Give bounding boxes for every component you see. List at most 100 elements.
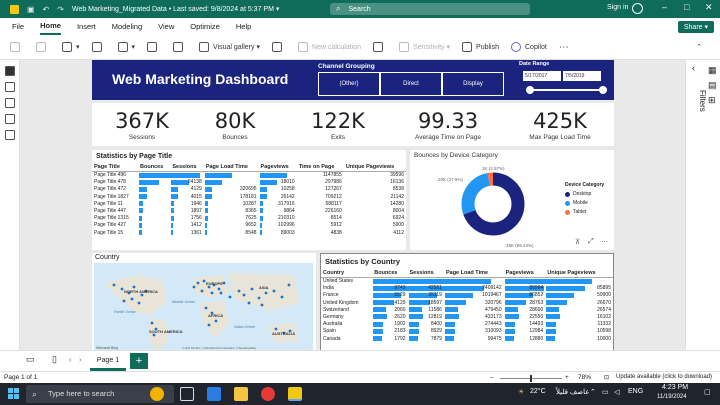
report-view-icon[interactable] [4,66,15,76]
more-options-icon[interactable]: ⋯ [601,238,608,246]
zoom-level[interactable]: 78% [578,374,591,381]
column-header[interactable]: Pageviews [503,269,546,278]
table-row[interactable]: Page Title 496 1147855 39596 [92,172,406,179]
desktop-layout-icon[interactable]: ▭ [26,354,35,365]
legend-item-desktop[interactable]: Desktop [565,191,604,197]
prev-page-icon[interactable]: ‹ [69,355,72,364]
menu-view[interactable]: View [158,19,174,34]
dax-query-icon[interactable] [4,114,15,124]
windows-start-icon[interactable] [8,388,19,399]
map-point[interactable] [196,281,200,285]
map-point[interactable] [122,299,126,303]
map-point[interactable] [200,289,204,293]
widget-icon[interactable] [150,387,164,401]
language-indicator[interactable]: ENG [628,388,643,395]
channel-display-button[interactable]: Display [442,72,504,96]
get-data-button[interactable]: ▾ [62,42,80,52]
clock-time[interactable]: 4:23 PM [662,384,688,391]
table-row[interactable]: Page Title 447 1897 8365 9864 226160 8004 [92,207,406,214]
map-point[interactable] [120,287,124,291]
save-icon[interactable]: ▣ [27,5,35,14]
add-page-button[interactable]: + [130,353,148,369]
more-options-icon[interactable]: ⋯ [559,42,569,53]
map-canvas[interactable]: NORTH AMERICA EUROPE ASIA AFRICA SOUTH A… [94,263,313,351]
table-row[interactable]: United States [321,278,613,285]
map-point[interactable] [137,301,141,305]
table-row[interactable]: Germany 2620 12819 433173 22550 16102 [321,313,613,320]
map-point[interactable] [242,293,246,297]
map-point[interactable] [250,287,254,291]
user-icon[interactable] [632,3,643,14]
map-point[interactable] [257,296,261,300]
powerbi-taskbar-icon[interactable] [288,387,302,401]
column-header[interactable]: Bounces [372,269,408,278]
visual-gallery-button[interactable]: Visual gallery ▾ [199,42,260,52]
table-row[interactable]: Canada 1792 7879 99475 12880 10000 [321,335,613,342]
kpi-avg-time[interactable]: 99.33 Average Time on Page [398,103,498,141]
search-box[interactable]: ⌕ Search [330,3,530,15]
file-explorer-icon[interactable] [234,387,248,401]
window-title[interactable]: Web Marketing_Migrated Data • Last saved… [72,5,279,13]
pin-icon[interactable]: ⊼ [575,238,580,246]
legend-item-tablet[interactable]: Tablet [565,209,604,215]
expand-panes-icon[interactable]: ‹ [692,63,695,73]
slider-start-handle[interactable] [526,86,534,94]
map-point[interactable] [204,306,208,310]
table-row[interactable]: Page Title 472 4129 320695 10258 127267 8538 [92,186,406,193]
menu-help[interactable]: Help [236,19,251,34]
table-row[interactable]: France 5529 35119 1019467 86852 59900 [321,292,613,299]
close-icon[interactable]: ✕ [705,2,713,13]
map-point[interactable] [237,289,241,293]
copilot-button[interactable]: Copilot [511,42,547,52]
chrome-icon[interactable] [261,387,275,401]
edge-icon[interactable] [207,387,221,401]
publish-button[interactable]: Publish [462,42,499,52]
zoom-in-icon[interactable]: + [565,374,569,381]
maximize-icon[interactable]: □ [684,2,689,12]
channel-direct-button[interactable]: Direct [380,72,442,96]
map-point[interactable] [280,295,284,299]
channel-other-button[interactable]: (Other) [318,72,380,96]
next-page-icon[interactable]: › [79,355,82,364]
table-row[interactable]: Page Title 1827 4015 178181 26142 709212 2114… [92,193,406,200]
refresh-button[interactable] [147,42,161,52]
weather-icon[interactable]: ☀ [518,388,524,396]
table-row[interactable]: Page Title 478 24138 18010 297986 16136 [92,179,406,186]
map-point[interactable] [274,327,278,331]
tmdl-view-icon[interactable] [4,130,15,140]
menu-insert[interactable]: Insert [77,19,96,34]
menu-optimize[interactable]: Optimize [190,19,220,34]
map-point[interactable] [132,285,136,289]
page-stats-table[interactable]: Statistics by Page Title Page Title Boun… [92,150,406,250]
update-notice[interactable]: Update available (click to download) [616,374,712,380]
map-point[interactable] [207,323,211,327]
minimize-icon[interactable]: – [662,2,667,12]
volume-icon[interactable]: ◁ [614,388,619,396]
column-header[interactable]: Page Load Time [203,163,259,172]
clock-date[interactable]: 11/19/2024 [657,394,687,400]
menu-file[interactable]: File [12,19,24,34]
share-button[interactable]: Share ▾ [677,21,714,33]
tray-chevron-icon[interactable]: ⌃ [590,388,596,396]
column-header[interactable]: Bounces [138,163,171,172]
zoom-out-icon[interactable]: – [490,374,494,381]
map-point[interactable] [112,283,116,287]
country-stats-table[interactable]: Statistics by Country Country Bounces Se… [320,253,614,353]
column-header[interactable]: Time on Page [296,163,344,172]
visualizations-icon[interactable]: ▦ [708,65,717,76]
column-header[interactable]: Page Title [92,163,139,172]
map-point[interactable] [207,285,211,289]
map-point[interactable] [228,295,232,299]
map-point[interactable] [287,283,291,287]
undo-icon[interactable]: ↶ [43,5,50,14]
mobile-layout-icon[interactable]: ▯ [52,354,57,365]
sensitivity-button[interactable]: Sensitivity ▾ [399,42,450,52]
notification-icon[interactable]: ▢ [704,388,711,396]
column-header[interactable]: Pageviews [258,163,297,172]
table-row[interactable]: Australia 1902 8400 274443 14493 11332 [321,321,613,328]
model-view-icon[interactable] [4,98,15,108]
filters-pane-tab[interactable]: Filters [698,90,707,112]
network-icon[interactable]: ▭ [602,388,609,396]
map-point[interactable] [217,287,221,291]
sign-in-link[interactable]: Sign in [607,4,628,11]
